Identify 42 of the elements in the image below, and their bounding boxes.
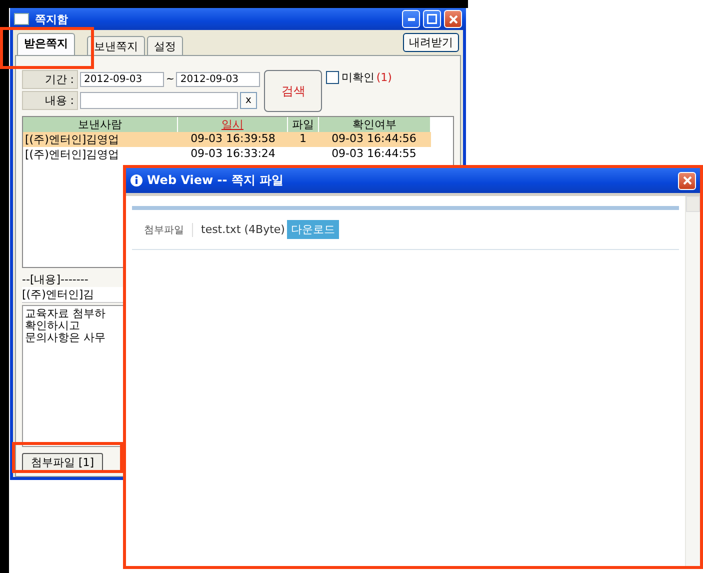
table-cell-text: [(주)엔터인]김영업 — [24, 132, 120, 147]
table-cell-text: 1 — [298, 132, 308, 147]
table-cell-text: 09-03 16:44:56 — [330, 132, 418, 147]
message-line: 확인하시고 — [25, 320, 81, 332]
table-cell-text: 09-03 16:33:24 — [190, 147, 276, 162]
close-icon — [448, 14, 458, 24]
message-line: 교육자료 첨부하 — [25, 308, 106, 320]
date-field[interactable]: 2012-09-03 — [176, 72, 260, 87]
content-header: --[내용]------- — [22, 272, 90, 287]
maximize-icon — [427, 14, 437, 24]
close-button[interactable] — [678, 172, 696, 190]
table-cell-text: 09-03 16:44:55 — [330, 147, 418, 162]
scrollbar[interactable] — [685, 196, 700, 566]
message-line: 문의사항은 사무 — [25, 332, 106, 344]
table-row[interactable]: [(주)엔터인]김영업 09-03 16:39:58 1 09-03 16:44:56 — [23, 132, 431, 147]
close-button[interactable] — [444, 10, 462, 28]
window-title: 쪽지함 — [35, 12, 69, 26]
table-cell-text: 09-03 16:39:58 — [190, 132, 276, 147]
info-icon — [130, 174, 143, 187]
table-cell-text: [(주)엔터인]김영업 — [24, 147, 120, 162]
unread-label: 미확인 — [341, 70, 374, 85]
content-input[interactable] — [80, 92, 238, 109]
maximize-button[interactable] — [423, 10, 441, 28]
unread-checkbox[interactable] — [326, 71, 340, 84]
close-icon — [682, 176, 692, 185]
date-field[interactable]: 2012-09-03 — [80, 72, 164, 87]
period-label: 기간 : — [22, 70, 78, 89]
download-button[interactable]: 내려받기 — [403, 33, 459, 52]
app-icon — [14, 13, 29, 25]
tab[interactable]: 설정 — [147, 36, 183, 55]
attachment-label: 첨부파일 — [144, 222, 193, 236]
tab[interactable]: 보낸쪽지 — [87, 36, 145, 55]
clear-button[interactable]: x — [240, 92, 257, 109]
file-name: test.txt (4Byte) — [201, 223, 285, 236]
tab[interactable]: 받은쪽지 — [17, 33, 75, 55]
dialog-title: Web View -- 쪽지 파일 — [147, 172, 285, 189]
unread-count: (1) — [376, 71, 392, 84]
tilde-text: ~ — [166, 74, 174, 85]
content-label: 내용 : — [22, 91, 78, 110]
minimize-icon — [408, 18, 414, 20]
minimize-button[interactable] — [402, 10, 420, 28]
search-button[interactable]: 검색 — [264, 70, 322, 112]
